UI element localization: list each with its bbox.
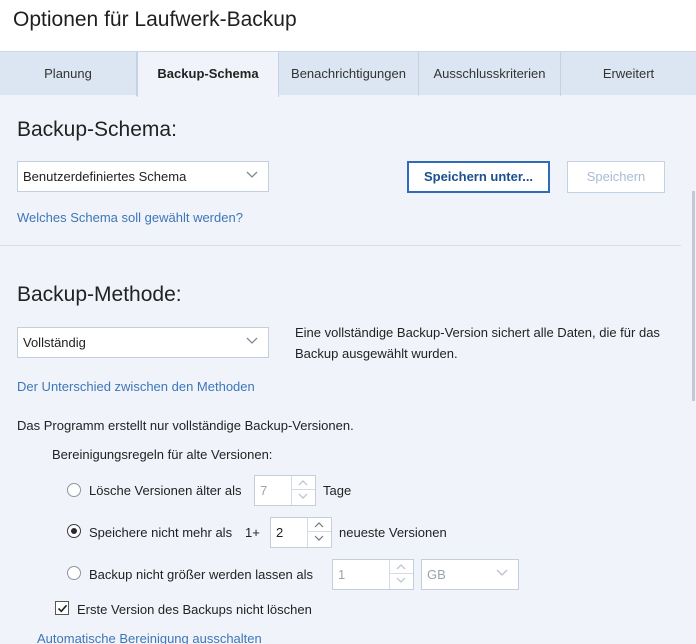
chevron-down-icon	[496, 569, 508, 576]
checkmark-icon	[57, 604, 68, 613]
chevron-down-icon	[314, 535, 324, 541]
size-unit-value: GB	[427, 567, 446, 582]
radio-keep-max[interactable]	[67, 524, 81, 538]
delete-older-label: Lösche Versionen älter als	[89, 483, 242, 498]
size-increment[interactable]	[390, 560, 413, 574]
keep-first-checkbox[interactable]	[55, 601, 69, 615]
chevron-down-icon	[298, 493, 308, 499]
versions-unit: neueste Versionen	[339, 525, 447, 540]
method-description: Eine vollständige Backup-Version sichert…	[295, 325, 660, 361]
radio-delete-older[interactable]	[67, 483, 81, 497]
chevron-down-icon	[396, 577, 406, 583]
days-value: 7	[260, 483, 268, 498]
size-stepper[interactable]: 1	[332, 559, 414, 590]
method-heading: Backup-Methode:	[17, 283, 182, 306]
versions-value: 2	[276, 525, 284, 540]
cleanup-heading: Bereinigungsregeln für alte Versionen:	[52, 447, 273, 462]
method-info-text: Das Programm erstellt nur vollständige B…	[17, 418, 354, 433]
tab-benachrichtigungen[interactable]: Benachrichtigungen	[279, 52, 419, 96]
schema-heading: Backup-Schema:	[17, 118, 177, 141]
versions-decrement[interactable]	[308, 532, 331, 546]
days-increment[interactable]	[292, 476, 315, 490]
title-bar: Optionen für Laufwerk-Backup	[0, 0, 696, 51]
tab-planung[interactable]: Planung	[0, 52, 137, 96]
method-difference-link[interactable]: Der Unterschied zwischen den Methoden	[17, 379, 255, 394]
section-divider	[0, 245, 681, 246]
window-title: Optionen für Laufwerk-Backup	[13, 8, 297, 31]
tab-bar: Planung Backup-Schema Benachrichtigungen…	[0, 51, 696, 97]
size-value: 1	[338, 567, 346, 582]
tab-erweitert[interactable]: Erweitert	[561, 52, 696, 96]
size-decrement[interactable]	[390, 574, 413, 588]
scrollbar[interactable]	[691, 96, 696, 644]
max-size-label: Backup nicht größer werden lassen als	[89, 567, 314, 582]
keep-first-label: Erste Version des Backups nicht löschen	[77, 602, 312, 617]
save-as-button[interactable]: Speichern unter...	[407, 161, 550, 193]
days-decrement[interactable]	[292, 490, 315, 504]
chevron-up-icon	[314, 522, 324, 528]
scrollbar-thumb[interactable]	[692, 191, 695, 401]
chevron-down-icon	[246, 171, 258, 178]
schema-select-value: Benutzerdefiniertes Schema	[23, 169, 187, 184]
method-select[interactable]: Vollständig	[17, 327, 269, 358]
schema-select[interactable]: Benutzerdefiniertes Schema	[17, 161, 269, 192]
versions-increment[interactable]	[308, 518, 331, 532]
tab-backup-schema[interactable]: Backup-Schema	[137, 52, 279, 97]
save-button[interactable]: Speichern	[567, 161, 665, 193]
method-select-value: Vollständig	[23, 335, 86, 350]
size-unit-select[interactable]: GB	[421, 559, 519, 590]
chevron-down-icon	[246, 337, 258, 344]
keep-max-label: Speichere nicht mehr als	[89, 525, 233, 540]
schema-help-link[interactable]: Welches Schema soll gewählt werden?	[17, 210, 243, 225]
chevron-up-icon	[298, 480, 308, 486]
days-stepper[interactable]: 7	[254, 475, 316, 506]
chevron-up-icon	[396, 564, 406, 570]
keep-max-prefix: 1+	[245, 525, 260, 540]
versions-stepper[interactable]: 2	[270, 517, 332, 548]
radio-max-size[interactable]	[67, 566, 81, 580]
tab-ausschlusskriterien[interactable]: Ausschlusskriterien	[419, 52, 561, 96]
disable-cleanup-link[interactable]: Automatische Bereinigung ausschalten	[37, 631, 262, 644]
days-unit: Tage	[323, 483, 352, 498]
